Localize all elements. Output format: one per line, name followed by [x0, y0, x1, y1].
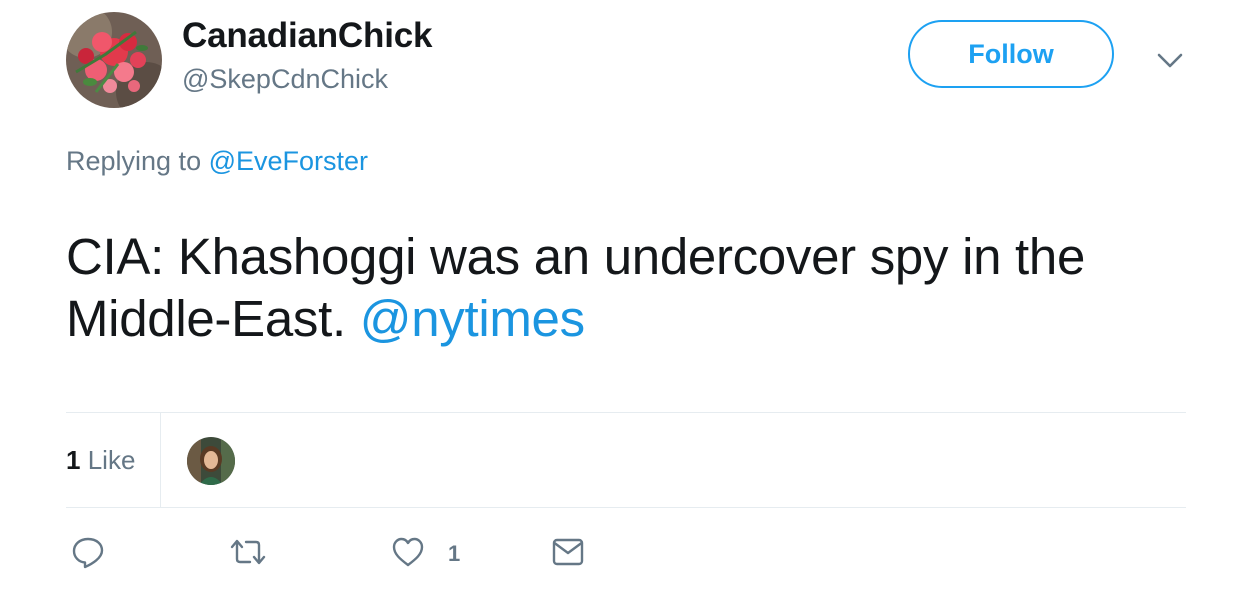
divider [66, 412, 1186, 413]
likes-stat[interactable]: 1 Like [66, 445, 135, 476]
reply-mention-link[interactable]: @EveForster [209, 146, 368, 176]
user-handle[interactable]: @SkepCdnChick [182, 64, 388, 95]
like-button[interactable]: 1 [390, 536, 460, 572]
like-count: 1 [448, 541, 461, 566]
tweet-text: CIA: Khashoggi was an undercover spy in … [66, 226, 1196, 350]
retweet-icon [228, 534, 268, 575]
likes-stat-label: Like [87, 445, 136, 475]
stats-separator [160, 413, 161, 507]
divider [66, 507, 1186, 508]
likes-stat-count: 1 [66, 445, 81, 475]
reply-button[interactable] [70, 536, 106, 572]
reply-context: Replying to @EveForster [66, 146, 368, 177]
direct-message-button[interactable] [550, 536, 586, 572]
chevron-down-icon[interactable] [1154, 46, 1186, 74]
reply-icon [70, 534, 106, 575]
follow-button[interactable]: Follow [908, 20, 1114, 88]
user-avatar[interactable] [66, 12, 162, 108]
reply-prefix: Replying to [66, 146, 202, 176]
tweet-mention-link[interactable]: @nytimes [360, 290, 585, 347]
heart-icon [390, 534, 426, 575]
envelope-icon [550, 534, 586, 575]
liker-avatar[interactable] [187, 437, 235, 485]
tweet-card: CanadianChick @SkepCdnChick Follow Reply… [0, 0, 1254, 614]
display-name[interactable]: CanadianChick [182, 16, 432, 56]
retweet-button[interactable] [228, 536, 268, 572]
